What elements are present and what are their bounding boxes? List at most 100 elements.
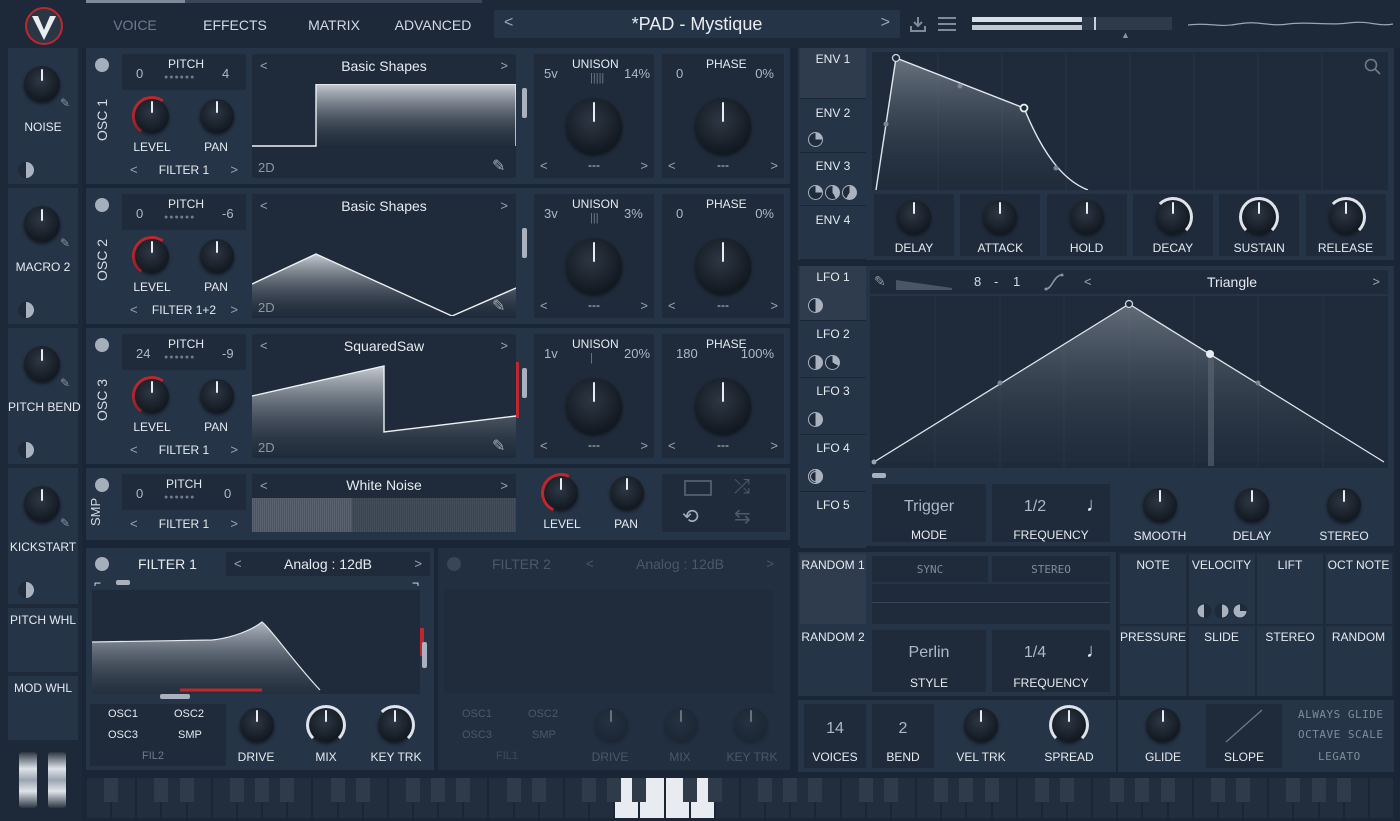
envelope-display[interactable]	[872, 52, 1388, 190]
preset-next-button[interactable]: >	[881, 14, 890, 32]
random-tempo-sync-icon[interactable]: ♩	[1086, 640, 1106, 663]
piano-black-key[interactable]	[355, 778, 370, 802]
volume-meter[interactable]	[972, 15, 1172, 33]
osc2-tune[interactable]: -6	[222, 206, 234, 221]
lfo-tab-3[interactable]: LFO 3	[800, 380, 866, 435]
osc3-tune[interactable]: -9	[222, 346, 234, 361]
filter2-mix-knob[interactable]	[664, 708, 698, 742]
filter2-model-select[interactable]: < Analog : 12dB >	[578, 552, 782, 576]
filter1-src-fil2[interactable]: FIL2	[142, 750, 164, 762]
osc2-filter-select[interactable]: < FILTER 1+2 >	[122, 300, 246, 320]
piano-black-key[interactable]	[330, 778, 345, 802]
env-tab-4[interactable]: ENV 4	[800, 208, 866, 260]
mod-source-random[interactable]: RANDOM	[1325, 626, 1392, 696]
menu-icon[interactable]	[937, 15, 957, 33]
osc1-transpose[interactable]: 0	[136, 66, 143, 81]
osc1-pan-knob[interactable]	[200, 99, 234, 133]
osc2-unison-knob[interactable]	[566, 238, 622, 294]
filter2-src-osc3[interactable]: OSC3	[462, 729, 492, 741]
piano-keyboard[interactable]	[86, 778, 1394, 818]
glide-knob[interactable]	[1146, 708, 1180, 742]
macro-edit-icon[interactable]: ✎	[60, 376, 70, 390]
piano-black-key[interactable]	[154, 778, 169, 802]
osc2-power-button[interactable]	[95, 198, 109, 212]
piano-black-key[interactable]	[406, 778, 420, 802]
piano-black-key[interactable]	[934, 778, 949, 802]
piano-black-key[interactable]	[1336, 778, 1351, 802]
piano-black-key[interactable]	[1311, 778, 1326, 802]
osc1-power-button[interactable]	[95, 58, 109, 72]
lfo-shape-select[interactable]: < Triangle >	[1076, 270, 1388, 294]
highpass-icon[interactable]: ¬	[412, 576, 419, 590]
osc2-phase-knob[interactable]	[695, 238, 751, 294]
macro-edit-icon[interactable]: ✎	[60, 96, 70, 110]
osc2-edit-wavetable-icon[interactable]: ✎	[492, 296, 505, 316]
slope-display[interactable]: SLOPE	[1206, 704, 1282, 768]
lfo-delay-knob[interactable]	[1235, 488, 1269, 522]
filter1-src-osc2[interactable]: OSC2	[174, 708, 204, 720]
filter2-power-button[interactable]	[447, 557, 461, 571]
mod-source-lift[interactable]: LIFT	[1257, 554, 1323, 624]
filter1-src-smp[interactable]: SMP	[178, 729, 202, 741]
osc3-dimension-label[interactable]: 2D	[258, 440, 275, 455]
lfo-grid-x[interactable]: 8	[974, 274, 981, 289]
filter2-src-osc2[interactable]: OSC2	[528, 708, 558, 720]
piano-black-key[interactable]	[179, 778, 194, 802]
macro-2-label[interactable]: MACRO 2	[8, 260, 78, 274]
piano-black-key[interactable]	[632, 778, 647, 802]
osc2-pan-knob[interactable]	[200, 239, 234, 273]
osc1-tune[interactable]: 4	[222, 66, 229, 81]
always-glide-toggle[interactable]: ALWAYS GLIDE	[1298, 708, 1383, 721]
piano-black-key[interactable]	[431, 778, 446, 802]
mod-source-oct-note[interactable]: OCT NOTE	[1325, 554, 1392, 624]
sampler-filter-select[interactable]: < FILTER 1 >	[122, 514, 246, 534]
piano-black-key[interactable]	[783, 778, 798, 802]
filter2-src-fil1[interactable]: FIL1	[496, 750, 518, 762]
piano-black-key[interactable]	[1286, 778, 1301, 802]
piano-black-key[interactable]	[1210, 778, 1225, 802]
lfo-mode-select[interactable]: Trigger MODE	[872, 484, 986, 542]
legato-toggle[interactable]: LEGATO	[1318, 750, 1361, 763]
piano-black-key[interactable]	[1160, 778, 1175, 802]
filter2-keytrk-knob[interactable]	[734, 708, 768, 742]
piano-black-key[interactable]	[682, 778, 697, 802]
tab-effects[interactable]: EFFECTS	[198, 17, 272, 33]
osc1-frame-slider[interactable]	[522, 88, 527, 118]
lfo-frequency-select[interactable]: 1/2 ♩ FREQUENCY	[992, 484, 1110, 542]
random-sync-toggle[interactable]: SYNC	[872, 556, 988, 582]
osc3-wavetable-display[interactable]: < SquaredSaw >2D ✎	[252, 334, 516, 458]
piano-black-key[interactable]	[255, 778, 270, 802]
piano-black-key[interactable]	[607, 778, 622, 802]
macro-edit-icon[interactable]: ✎	[60, 516, 70, 530]
filter1-power-button[interactable]	[95, 557, 109, 571]
bend-field[interactable]: 2 BEND	[872, 704, 934, 768]
save-icon[interactable]	[908, 14, 928, 34]
osc2-unison-detune[interactable]: 3%	[624, 206, 643, 221]
osc1-phase-knob[interactable]	[695, 98, 751, 154]
random-phase-icon[interactable]: ⤮	[734, 476, 750, 499]
preset-selector[interactable]: < *PAD - Mystique >	[494, 10, 900, 38]
macro-1-label[interactable]: NOISE	[8, 120, 78, 134]
bounce-icon[interactable]: ⇆	[734, 504, 751, 529]
osc1-phase-value[interactable]: 0	[676, 66, 683, 81]
osc1-level-knob[interactable]	[135, 99, 169, 133]
modulation-source-icon[interactable]	[18, 162, 34, 178]
osc2-unison-voices[interactable]: 3v	[544, 206, 558, 221]
osc3-frame-slider[interactable]	[522, 368, 527, 398]
env-hold-knob[interactable]	[1069, 200, 1104, 234]
tab-matrix[interactable]: MATRIX	[298, 17, 370, 33]
piano-black-key[interactable]	[456, 778, 471, 802]
piano-black-key[interactable]	[280, 778, 295, 802]
filter1-drive-knob[interactable]	[240, 708, 274, 742]
macro-1-knob[interactable]	[24, 66, 60, 102]
env-attack-knob[interactable]	[983, 200, 1018, 234]
piano-black-key[interactable]	[808, 778, 823, 802]
lfo-display[interactable]	[870, 296, 1388, 468]
osc1-phase-random[interactable]: 0%	[755, 66, 774, 81]
osc1-phase-dest[interactable]: ---	[662, 158, 784, 172]
macro-3-label[interactable]: PITCH BEND	[8, 400, 81, 414]
piano-black-key[interactable]	[1060, 778, 1074, 802]
filter1-model-select[interactable]: < Analog : 12dB >	[226, 552, 430, 576]
osc2-frame-slider[interactable]	[522, 228, 527, 258]
macro-4-knob[interactable]	[24, 486, 60, 522]
